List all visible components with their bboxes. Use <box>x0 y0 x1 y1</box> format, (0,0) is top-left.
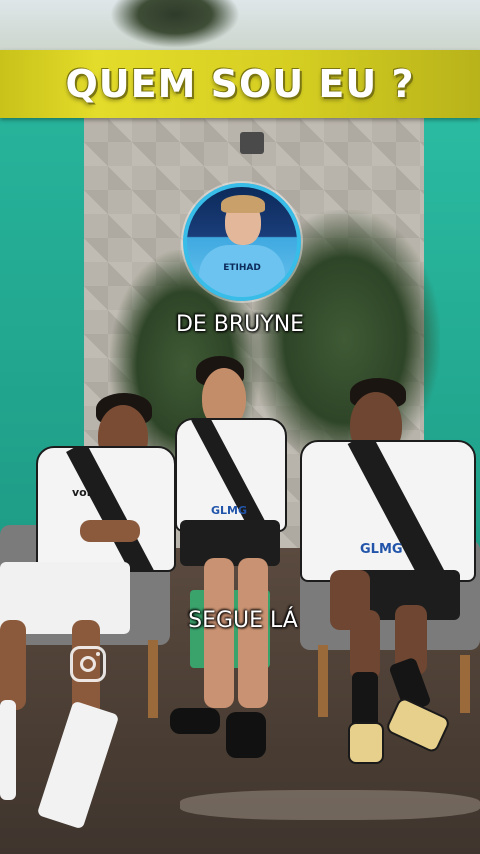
instagram-icon[interactable] <box>70 646 106 682</box>
jersey: GLMG <box>175 418 287 532</box>
jersey-sponsor: GLMG <box>360 542 403 557</box>
player-avatar: ETIHAD <box>183 183 301 301</box>
chair-leg <box>460 655 470 713</box>
wall-light <box>240 132 264 154</box>
jersey-brand: volka <box>72 486 106 499</box>
slipper <box>170 708 220 734</box>
follow-caption: SEGUE LÁ <box>188 608 298 633</box>
tree-foliage <box>110 0 240 48</box>
video-frame: volka GLMG GLMG QUEM SOU EU ? ETIHAD DE … <box>0 0 480 854</box>
shoe <box>348 722 384 764</box>
jersey: GLMG <box>300 440 476 582</box>
banner-title: QUEM SOU EU ? <box>65 62 415 106</box>
avatar-shirt-text: ETIHAD <box>223 263 261 273</box>
slipper <box>226 712 266 758</box>
floor-stain <box>180 790 480 820</box>
jersey: volka <box>36 446 176 572</box>
title-banner: QUEM SOU EU ? <box>0 50 480 118</box>
chair-leg <box>318 645 328 717</box>
chair-leg <box>148 640 158 718</box>
player-name-caption: DE BRUYNE <box>175 312 305 337</box>
jersey-sponsor: GLMG <box>211 504 248 517</box>
